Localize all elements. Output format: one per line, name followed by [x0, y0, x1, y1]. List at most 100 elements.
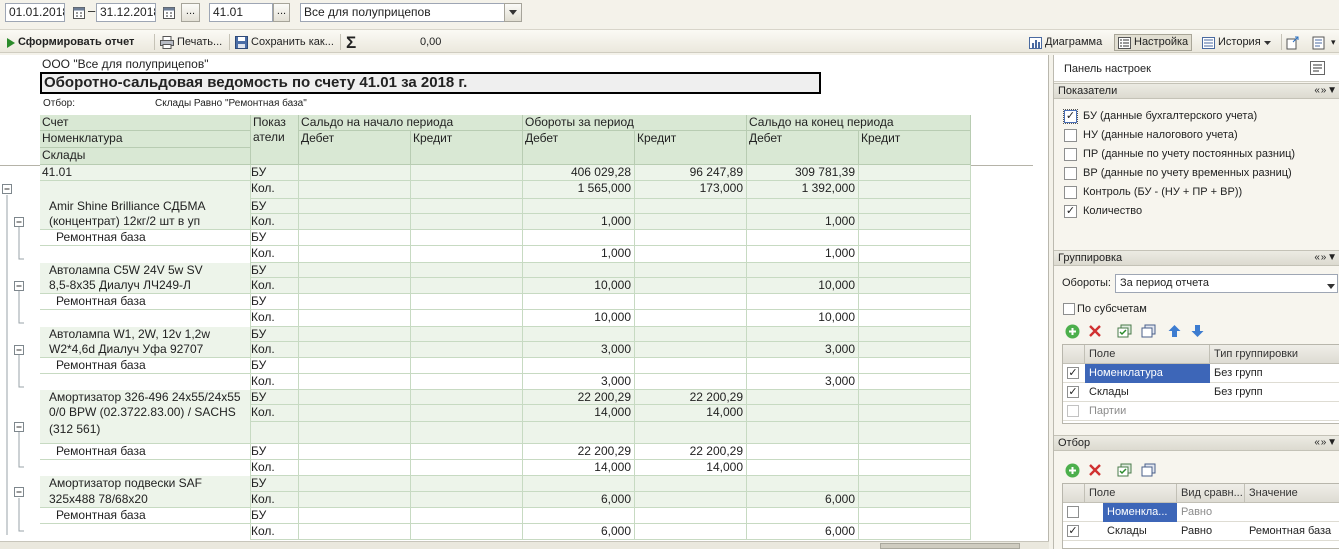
table-row[interactable]: Ремонтная база БУ 22 200,29 22 200,29	[40, 444, 971, 460]
table-row[interactable]: Кол. 3,000 3,000	[40, 374, 971, 390]
by-subaccounts-checkbox[interactable]: По субсчетам	[1063, 300, 1147, 318]
table-row[interactable]: 0/0 BPW (02.3722.83.00) / SACHS Кол. 14,00…	[40, 405, 971, 422]
chevron-down-icon[interactable]	[504, 3, 522, 22]
date-to-field[interactable]: 31.12.2018	[96, 3, 156, 22]
panel-menu-icon[interactable]	[1310, 61, 1325, 78]
grouping-row[interactable]: Партии	[1063, 402, 1339, 421]
table-row[interactable]: 41.01 БУ 406 029,28 96 247,89 309 781,39	[40, 165, 971, 181]
section-filter-header[interactable]: Отбор « » ▼	[1054, 435, 1339, 451]
organization-select[interactable]: Все для полуприцепов	[300, 3, 522, 22]
indicator-checkbox[interactable]: ✓ БУ (данные бухгалтерского учета)	[1063, 107, 1257, 125]
delete-icon[interactable]	[1087, 462, 1103, 478]
table-row[interactable]: Автолампа W1, 2W, 12v 1,2w БУ	[40, 327, 971, 342]
grouping-col-check	[1063, 345, 1085, 364]
row-value	[411, 476, 523, 492]
delete-icon[interactable]	[1087, 323, 1103, 339]
row-value	[411, 405, 523, 422]
calendar-icon[interactable]	[71, 4, 87, 21]
section-filter-title: Отбор	[1058, 437, 1091, 449]
history-button[interactable]: История	[1202, 34, 1271, 51]
deselect-all-icon[interactable]	[1140, 323, 1156, 339]
table-row[interactable]: Ремонтная база БУ	[40, 508, 971, 524]
table-row[interactable]: Автолампа C5W 24V 5w SV БУ	[40, 263, 971, 278]
indicator-checkbox[interactable]: НУ (данные налогового учета)	[1064, 126, 1238, 144]
table-row[interactable]: Кол. 10,000 10,000	[40, 310, 971, 327]
horizontal-scrollbar[interactable]	[0, 541, 1049, 549]
account-select-button[interactable]: ...	[273, 3, 290, 22]
collapse-arrows-icon[interactable]: « » ▼	[1314, 251, 1337, 265]
more-actions-icon[interactable]: ▾	[1331, 34, 1336, 51]
table-row[interactable]: Amir Shine Brilliance СДБМА БУ	[40, 199, 971, 214]
calendar-icon[interactable]	[161, 4, 177, 21]
move-up-icon[interactable]	[1166, 323, 1182, 339]
collapse-arrows-icon[interactable]: « » ▼	[1314, 84, 1337, 98]
generate-report-button[interactable]: Сформировать отчет	[7, 34, 134, 51]
row-value	[747, 358, 859, 374]
row-label	[40, 524, 251, 540]
row-indicator	[251, 422, 299, 444]
indicator-checkbox[interactable]: Контроль (БУ - (НУ + ПР + ВР))	[1064, 183, 1242, 201]
table-row[interactable]: Кол. 1,000 1,000	[40, 246, 971, 263]
table-row[interactable]: Ремонтная база БУ	[40, 294, 971, 310]
table-row[interactable]: (312 561)	[40, 422, 971, 444]
checkbox[interactable]: ✓	[1063, 108, 1078, 124]
save-as-button[interactable]: Сохранить как...	[235, 34, 334, 51]
checkbox[interactable]	[1064, 128, 1077, 142]
row-value: 22 200,29	[635, 390, 747, 405]
diagram-button[interactable]: Диаграмма	[1029, 34, 1102, 51]
checkbox[interactable]: ✓	[1067, 525, 1079, 537]
table-row[interactable]: Амортизатор подвески SAF БУ	[40, 476, 971, 492]
checkbox[interactable]	[1064, 166, 1077, 180]
checkbox[interactable]: ✓	[1064, 204, 1077, 218]
add-icon[interactable]	[1064, 323, 1080, 339]
indicator-checkbox[interactable]: ВР (данные по учету временных разниц)	[1064, 164, 1292, 182]
table-row[interactable]: Кол. 1 565,000 173,000 1 392,000	[40, 181, 971, 199]
print-button[interactable]: Печать...	[160, 34, 222, 51]
checkbox[interactable]: ✓	[1067, 367, 1079, 379]
table-row[interactable]: Кол. 14,000 14,000	[40, 460, 971, 476]
account-field[interactable]: 41.01	[209, 3, 273, 22]
filter-row[interactable]: ✓ Склады Равно Ремонтная база	[1063, 522, 1339, 541]
grouping-row[interactable]: ✓ Склады Без групп	[1063, 383, 1339, 402]
export-icon[interactable]	[1286, 34, 1300, 51]
deselect-all-icon[interactable]	[1140, 462, 1156, 478]
row-value	[747, 508, 859, 524]
checkbox[interactable]: ✓	[1067, 386, 1079, 398]
filter-row[interactable]: Номенкла... Равно	[1063, 503, 1339, 522]
table-row[interactable]: Ремонтная база БУ	[40, 230, 971, 246]
table-row[interactable]: Кол. 6,000 6,000	[40, 524, 971, 540]
checkbox[interactable]	[1063, 303, 1075, 315]
select-all-icon[interactable]	[1116, 323, 1132, 339]
select-all-icon[interactable]	[1116, 462, 1132, 478]
indicator-checkbox[interactable]: ПР (данные по учету постоянных разниц)	[1064, 145, 1295, 163]
row-label	[40, 374, 251, 390]
table-row[interactable]: 8,5-8х35 Диалуч ЛЧ249-Л Кол. 10,000 10,000	[40, 278, 971, 294]
collapse-arrows-icon[interactable]: « » ▼	[1314, 436, 1337, 450]
date-from-field[interactable]: 01.01.2018	[5, 3, 65, 22]
indicator-checkbox[interactable]: ✓ Количество	[1064, 202, 1142, 220]
move-down-icon[interactable]	[1189, 323, 1205, 339]
help-icon[interactable]	[1312, 34, 1326, 51]
row-value	[747, 327, 859, 342]
table-row[interactable]: Амортизатор 326-496 24х55/24х55 БУ 22 200,…	[40, 390, 971, 405]
section-indicators-header[interactable]: Показатели « » ▼	[1054, 83, 1339, 99]
grouping-row[interactable]: ✓ Номенклатура Без групп	[1063, 364, 1339, 383]
report-document[interactable]: ООО "Все для полуприцепов" Оборотно-саль…	[0, 55, 1049, 541]
period-select-button[interactable]: ...	[181, 3, 200, 22]
table-row[interactable]: 325х488 78/68х20 Кол. 6,000 6,000	[40, 492, 971, 508]
turnover-select[interactable]: За период отчета	[1115, 274, 1338, 293]
settings-panel-icon	[1118, 36, 1131, 49]
row-value	[747, 294, 859, 310]
settings-toggle-button[interactable]: Настройка	[1114, 34, 1193, 51]
checkbox[interactable]	[1064, 147, 1077, 161]
table-row[interactable]: (концентрат) 12кг/2 шт в уп Кол. 1,000 1,00…	[40, 214, 971, 230]
checkbox[interactable]	[1067, 506, 1079, 518]
checkbox[interactable]	[1064, 185, 1077, 199]
section-grouping-header[interactable]: Группировка « » ▼	[1054, 250, 1339, 266]
scrollbar-thumb[interactable]	[880, 543, 1020, 549]
add-icon[interactable]	[1064, 462, 1080, 478]
checkbox[interactable]	[1067, 405, 1079, 417]
table-row[interactable]: W2*4,6d Диалуч Уфа 92707 Кол. 3,000 3,000	[40, 342, 971, 358]
table-row[interactable]: Ремонтная база БУ	[40, 358, 971, 374]
report-filter-label: Отбор:	[43, 98, 75, 109]
